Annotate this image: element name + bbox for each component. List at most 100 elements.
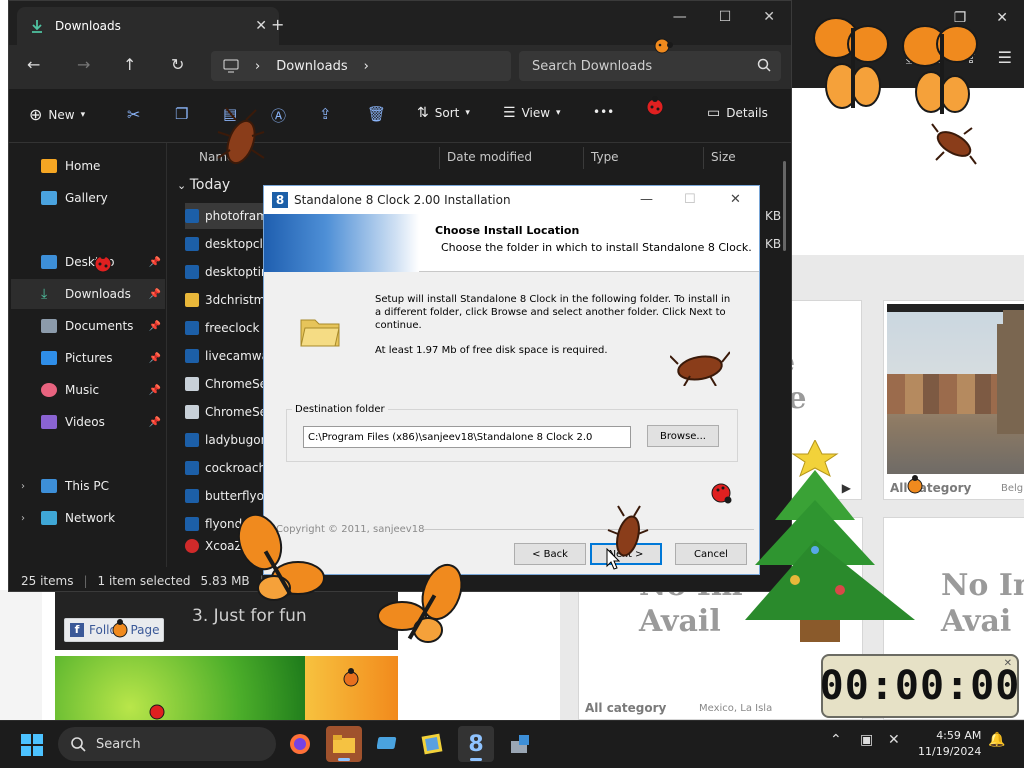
sidebar-item-videos[interactable]: Videos 📌 bbox=[11, 407, 165, 437]
view-button[interactable]: ☰ View ▾ bbox=[503, 105, 561, 121]
share-icon[interactable]: ⇪ bbox=[319, 105, 332, 123]
pin-icon[interactable]: 📌 bbox=[149, 385, 161, 396]
pin-icon[interactable]: 📌 bbox=[149, 257, 161, 268]
system-clock[interactable]: 4:59 AM 11/19/2024 bbox=[918, 728, 981, 760]
clock-8-icon[interactable]: 8 bbox=[458, 726, 494, 762]
butterfly-icon[interactable] bbox=[900, 14, 982, 124]
close-icon[interactable]: ✕ bbox=[1004, 658, 1013, 669]
sidebar-item-desktop[interactable]: Desktop 📌 bbox=[11, 247, 165, 277]
back-icon[interactable]: ← bbox=[27, 55, 40, 74]
browse-button[interactable]: Browse... bbox=[647, 425, 719, 447]
network-icon[interactable]: ▣ bbox=[860, 732, 873, 748]
destination-path-input[interactable]: C:\Program Files (x86)\sanjeev18\Standal… bbox=[303, 426, 631, 448]
app-icon[interactable] bbox=[370, 726, 406, 762]
breadcrumb[interactable]: › Downloads › bbox=[211, 51, 511, 81]
sort-button[interactable]: ⇅ Sort ▾ bbox=[417, 105, 470, 121]
group-header-today[interactable]: ⌄ Today bbox=[177, 177, 230, 193]
butterfly-icon[interactable] bbox=[232, 508, 332, 608]
cockroach-icon[interactable] bbox=[216, 106, 266, 170]
maximize-icon[interactable]: ☐ bbox=[684, 192, 696, 207]
notification-bell-icon[interactable]: 🔔 bbox=[988, 732, 1005, 748]
column-header-type[interactable]: Type bbox=[591, 143, 619, 171]
pin-icon[interactable]: 📌 bbox=[149, 417, 161, 428]
minimize-icon[interactable]: — bbox=[640, 192, 653, 207]
installer-icon[interactable] bbox=[502, 726, 538, 762]
new-tab-icon[interactable]: + bbox=[271, 15, 284, 34]
ladybug-icon[interactable] bbox=[146, 700, 168, 720]
volume-muted-icon[interactable]: ✕ bbox=[888, 732, 900, 748]
refresh-icon[interactable]: ↻ bbox=[171, 55, 184, 74]
ladybug-icon[interactable] bbox=[644, 94, 666, 118]
chevron-up-icon[interactable]: ⌃ bbox=[830, 732, 842, 748]
cut-icon[interactable]: ✂ bbox=[127, 105, 140, 124]
taskbar-search[interactable]: Search bbox=[58, 727, 276, 761]
minimize-icon[interactable]: — bbox=[673, 9, 687, 25]
maximize-icon[interactable]: ☐ bbox=[719, 9, 732, 25]
file-row[interactable]: ChromeSet bbox=[185, 371, 265, 397]
cockroach-icon[interactable] bbox=[670, 346, 730, 386]
digital-clock-widget[interactable]: 00:00:00 ✕ bbox=[820, 654, 1019, 718]
file-row[interactable]: ChromeSet bbox=[185, 399, 265, 425]
file-row[interactable]: desktoptim bbox=[185, 259, 265, 285]
file-explorer-icon[interactable] bbox=[326, 726, 362, 762]
file-row[interactable]: 3dchristma bbox=[185, 287, 265, 313]
column-header-size[interactable]: Size bbox=[711, 143, 736, 171]
christmas-tree-widget[interactable] bbox=[745, 440, 925, 650]
breadcrumb-downloads[interactable]: Downloads bbox=[276, 59, 347, 74]
photo-frame-icon[interactable] bbox=[414, 726, 450, 762]
file-row[interactable]: cockroache bbox=[185, 455, 265, 481]
file-row[interactable]: photofram bbox=[185, 203, 267, 229]
pin-icon[interactable]: 📌 bbox=[149, 321, 161, 332]
file-row[interactable]: ladybugon bbox=[185, 427, 265, 453]
pin-icon[interactable]: 📌 bbox=[149, 289, 161, 300]
sidebar-item-pictures[interactable]: Pictures 📌 bbox=[11, 343, 165, 373]
file-row[interactable]: desktopclo bbox=[185, 231, 265, 257]
butterfly-icon[interactable] bbox=[812, 8, 892, 118]
close-icon[interactable]: ✕ bbox=[996, 10, 1008, 26]
butterfly-icon[interactable] bbox=[376, 562, 470, 652]
scrollbar[interactable] bbox=[783, 161, 786, 251]
item-count: 25 items bbox=[21, 574, 74, 588]
ladybug-icon[interactable] bbox=[706, 478, 736, 508]
cancel-button[interactable]: Cancel bbox=[675, 543, 747, 565]
forward-icon[interactable]: → bbox=[77, 55, 90, 74]
up-icon[interactable]: ↑ bbox=[123, 55, 136, 74]
column-header-date[interactable]: Date modified bbox=[447, 143, 532, 171]
details-button[interactable]: ▭ Details bbox=[707, 105, 768, 121]
tab-downloads[interactable]: Downloads ✕ bbox=[17, 7, 279, 45]
ladybug-icon[interactable] bbox=[340, 668, 362, 690]
ladybug-icon[interactable] bbox=[652, 36, 674, 56]
sidebar-item-downloads[interactable]: ⤓ Downloads 📌 bbox=[11, 279, 165, 309]
back-button[interactable]: < Back bbox=[514, 543, 586, 565]
close-tab-icon[interactable]: ✕ bbox=[255, 18, 267, 34]
rename-icon[interactable]: Ⓐ bbox=[271, 105, 286, 126]
new-button[interactable]: ⊕ New ▾ bbox=[29, 105, 85, 124]
sidebar-item-network[interactable]: › Network bbox=[11, 503, 165, 533]
ladybug-icon[interactable] bbox=[92, 252, 114, 274]
search-input[interactable]: Search Downloads bbox=[519, 51, 781, 81]
windows-start-icon[interactable] bbox=[20, 733, 44, 757]
sidebar-item-gallery[interactable]: Gallery bbox=[11, 183, 165, 213]
ladybug-icon[interactable] bbox=[906, 474, 924, 496]
sort-label: Sort bbox=[434, 106, 460, 120]
cockroach-icon[interactable] bbox=[930, 122, 978, 166]
sidebar-item-music[interactable]: Music 📌 bbox=[11, 375, 165, 405]
delete-icon[interactable]: 🗑 bbox=[367, 105, 386, 123]
more-options-icon[interactable]: ••• bbox=[593, 105, 614, 119]
close-icon[interactable]: ✕ bbox=[763, 9, 775, 25]
sidebar-item-home[interactable]: Home bbox=[11, 151, 165, 181]
firefox-icon[interactable] bbox=[282, 726, 318, 762]
ladybug-icon[interactable] bbox=[110, 618, 130, 640]
chevron-right-icon[interactable]: › bbox=[21, 513, 25, 524]
file-row[interactable]: freeclock bbox=[185, 315, 265, 341]
chevron-right-icon[interactable]: › bbox=[21, 481, 25, 492]
thumbnail-green[interactable] bbox=[55, 656, 305, 720]
sidebar-item-documents[interactable]: Documents 📌 bbox=[11, 311, 165, 341]
copy-icon[interactable]: ❐ bbox=[175, 105, 188, 123]
file-row[interactable]: livecamwa bbox=[185, 343, 265, 369]
pin-icon[interactable]: 📌 bbox=[149, 353, 161, 364]
file-row[interactable]: butterflyon bbox=[185, 483, 265, 509]
sidebar-item-this-pc[interactable]: › This PC bbox=[11, 471, 165, 501]
close-icon[interactable]: ✕ bbox=[730, 192, 741, 207]
menu-icon[interactable]: ☰ bbox=[998, 48, 1012, 68]
